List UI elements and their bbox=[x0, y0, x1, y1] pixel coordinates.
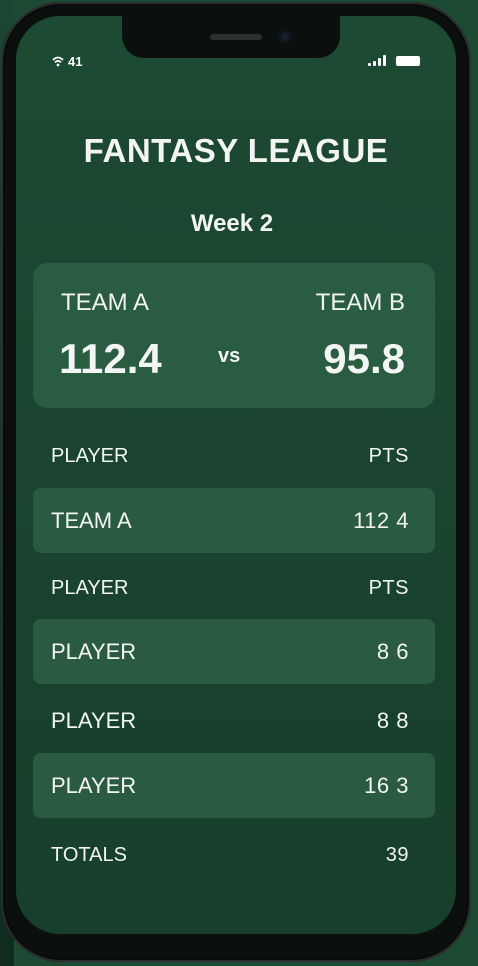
matchup-card[interactable]: TEAM A TEAM B 112.4 vs 95.8 bbox=[33, 263, 435, 408]
list-item-label: PLAYER bbox=[51, 638, 137, 664]
team-b-name: TEAM B bbox=[315, 289, 405, 316]
status-bar-left: 41 bbox=[52, 54, 82, 69]
status-bar-right bbox=[368, 54, 420, 66]
list-item-points: 8 8 bbox=[376, 707, 409, 733]
column-header-row: PLAYER PTS bbox=[33, 424, 435, 489]
list-item[interactable]: PLAYER 8 6 bbox=[33, 619, 435, 684]
status-signal-text: 41 bbox=[68, 54, 83, 69]
battery-icon bbox=[396, 56, 420, 66]
column-header-player: PLAYER bbox=[51, 445, 129, 467]
week-label: Week 2 bbox=[190, 210, 274, 237]
list-item[interactable]: PLAYER 16 3 bbox=[33, 753, 435, 818]
list-item-label: PLAYER bbox=[51, 707, 137, 733]
team-b-score: 95.8 bbox=[323, 335, 405, 382]
speaker-grille bbox=[210, 34, 262, 40]
app-screen: 41 FANTASY LEAGUE Week 2 TEAM A TEAM B 1… bbox=[16, 16, 456, 934]
list-item[interactable]: TEAM A 112 4 bbox=[33, 488, 435, 553]
list-item-points: 16 3 bbox=[364, 772, 409, 798]
vs-label: vs bbox=[218, 345, 241, 367]
notch bbox=[122, 16, 340, 58]
list-item-label: PLAYER bbox=[51, 772, 137, 798]
totals-value: 39 bbox=[385, 844, 409, 866]
team-a-name: TEAM A bbox=[61, 289, 150, 316]
list-item-points: 8 6 bbox=[376, 638, 409, 664]
column-header-player: PLAYER bbox=[51, 577, 129, 599]
cellular-signal-icon bbox=[368, 54, 386, 66]
team-a-score: 112.4 bbox=[59, 335, 162, 382]
totals-label: TOTALS bbox=[51, 844, 127, 866]
column-header-row: PLAYER PTS bbox=[33, 556, 435, 621]
list-item[interactable]: PLAYER 8 8 bbox=[33, 688, 435, 753]
column-header-pts: PTS bbox=[368, 577, 409, 599]
wifi-icon bbox=[52, 56, 64, 67]
column-header-pts: PTS bbox=[368, 445, 409, 467]
list-item-points: 112 4 bbox=[353, 507, 409, 533]
app-title: FANTASY LEAGUE bbox=[83, 132, 389, 169]
totals-row: TOTALS 39 bbox=[33, 823, 435, 888]
list-item-label: TEAM A bbox=[51, 507, 132, 533]
phone-frame: 41 FANTASY LEAGUE Week 2 TEAM A TEAM B 1… bbox=[1, 2, 471, 962]
camera-icon bbox=[278, 30, 292, 44]
